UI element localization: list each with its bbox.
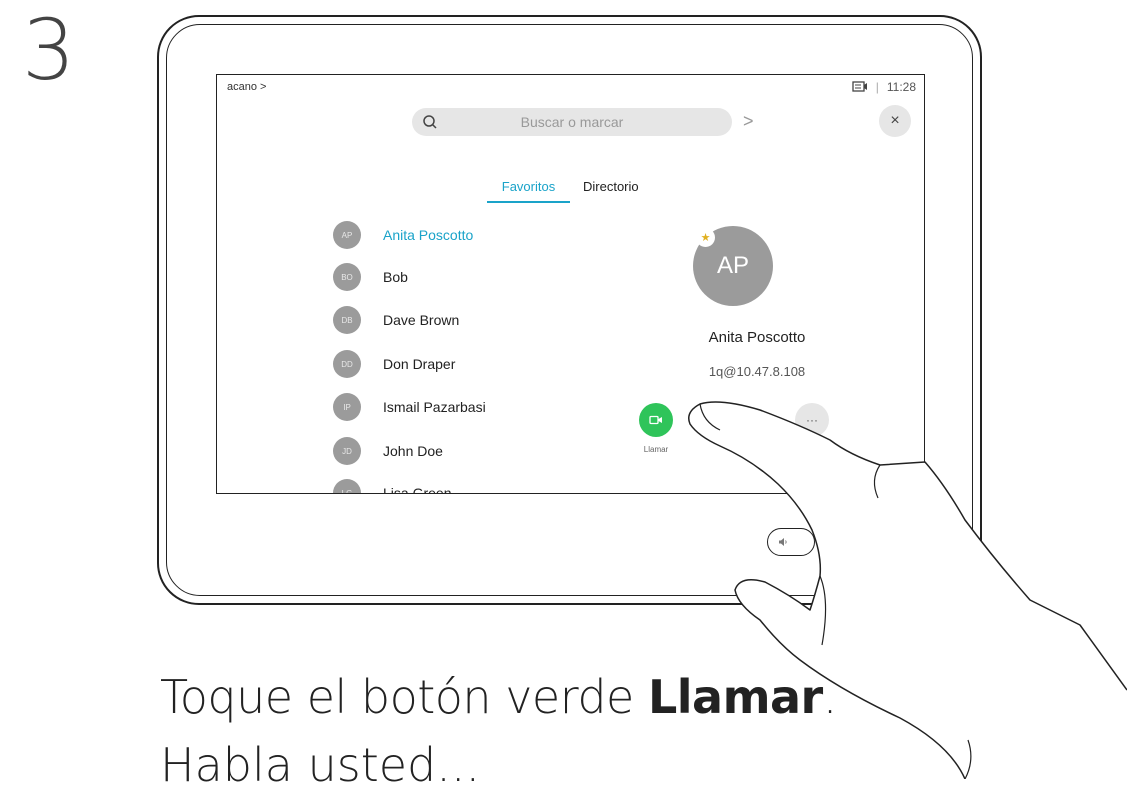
list-item[interactable]: LG Lisa Green: [333, 479, 452, 494]
instruction-line-2: Habla usted...: [160, 738, 481, 792]
avatar: IP: [333, 393, 361, 421]
screen-share-icon[interactable]: [852, 81, 868, 93]
more-button[interactable]: ···: [795, 403, 829, 437]
status-separator: |: [875, 80, 879, 94]
avatar: JD: [333, 437, 361, 465]
contact-name: Bob: [383, 269, 408, 285]
instruction-period: .: [822, 670, 838, 724]
contact-name: Lisa Green: [383, 485, 452, 494]
chevron-right-icon[interactable]: >: [743, 111, 754, 132]
contact-name: Ismail Pazarbasi: [383, 399, 486, 415]
contact-detail-name: Anita Poscotto: [708, 329, 806, 346]
star-icon: ★: [696, 228, 715, 247]
call-label: Llamar: [643, 445, 669, 454]
call-button[interactable]: [639, 403, 673, 437]
list-item[interactable]: IP Ismail Pazarbasi: [333, 393, 486, 421]
more-dots-icon: ···: [806, 413, 818, 427]
avatar: DD: [333, 350, 361, 378]
list-item[interactable]: JD John Doe: [333, 437, 443, 465]
contact-detail-address: 1q@10.47.8.108: [708, 364, 806, 379]
close-button[interactable]: ×: [879, 105, 911, 137]
tab-directorio[interactable]: Directorio: [583, 179, 639, 194]
list-item[interactable]: BO Bob: [333, 263, 408, 291]
instruction-bold: Llamar: [647, 670, 823, 724]
volume-button[interactable]: [767, 528, 815, 556]
search-input[interactable]: Buscar o marcar: [412, 108, 732, 136]
active-tab-indicator: [487, 201, 570, 203]
touch-screen: acano > | 11:28 Buscar o marcar > × Favo…: [216, 74, 925, 494]
step-number: 3: [22, 1, 76, 99]
contact-name: Anita Poscotto: [383, 227, 474, 243]
instruction-text: Toque el botón verde: [160, 670, 648, 724]
system-name[interactable]: acano >: [227, 81, 266, 93]
video-camera-icon: [649, 415, 662, 425]
contact-name: Don Draper: [383, 356, 456, 372]
avatar: DB: [333, 306, 361, 334]
search-placeholder: Buscar o marcar: [520, 114, 624, 130]
contact-name: John Doe: [383, 443, 443, 459]
more-label: Más: [804, 445, 820, 454]
list-item[interactable]: AP Anita Poscotto: [333, 221, 473, 249]
contact-name: Dave Brown: [383, 312, 460, 328]
avatar: AP: [333, 221, 361, 249]
status-bar: | 11:28: [852, 80, 916, 94]
avatar: BO: [333, 263, 361, 291]
clock: 11:28: [886, 80, 916, 94]
list-item[interactable]: DD Don Draper: [333, 350, 455, 378]
unknown-action-button[interactable]: [718, 403, 752, 437]
tab-favoritos[interactable]: Favoritos: [487, 179, 570, 194]
avatar: LG: [333, 479, 361, 493]
list-item[interactable]: DB Dave Brown: [333, 306, 459, 334]
speaker-icon: [779, 538, 787, 546]
instruction-line-1: Toque el botón verde Llamar.: [160, 670, 837, 724]
